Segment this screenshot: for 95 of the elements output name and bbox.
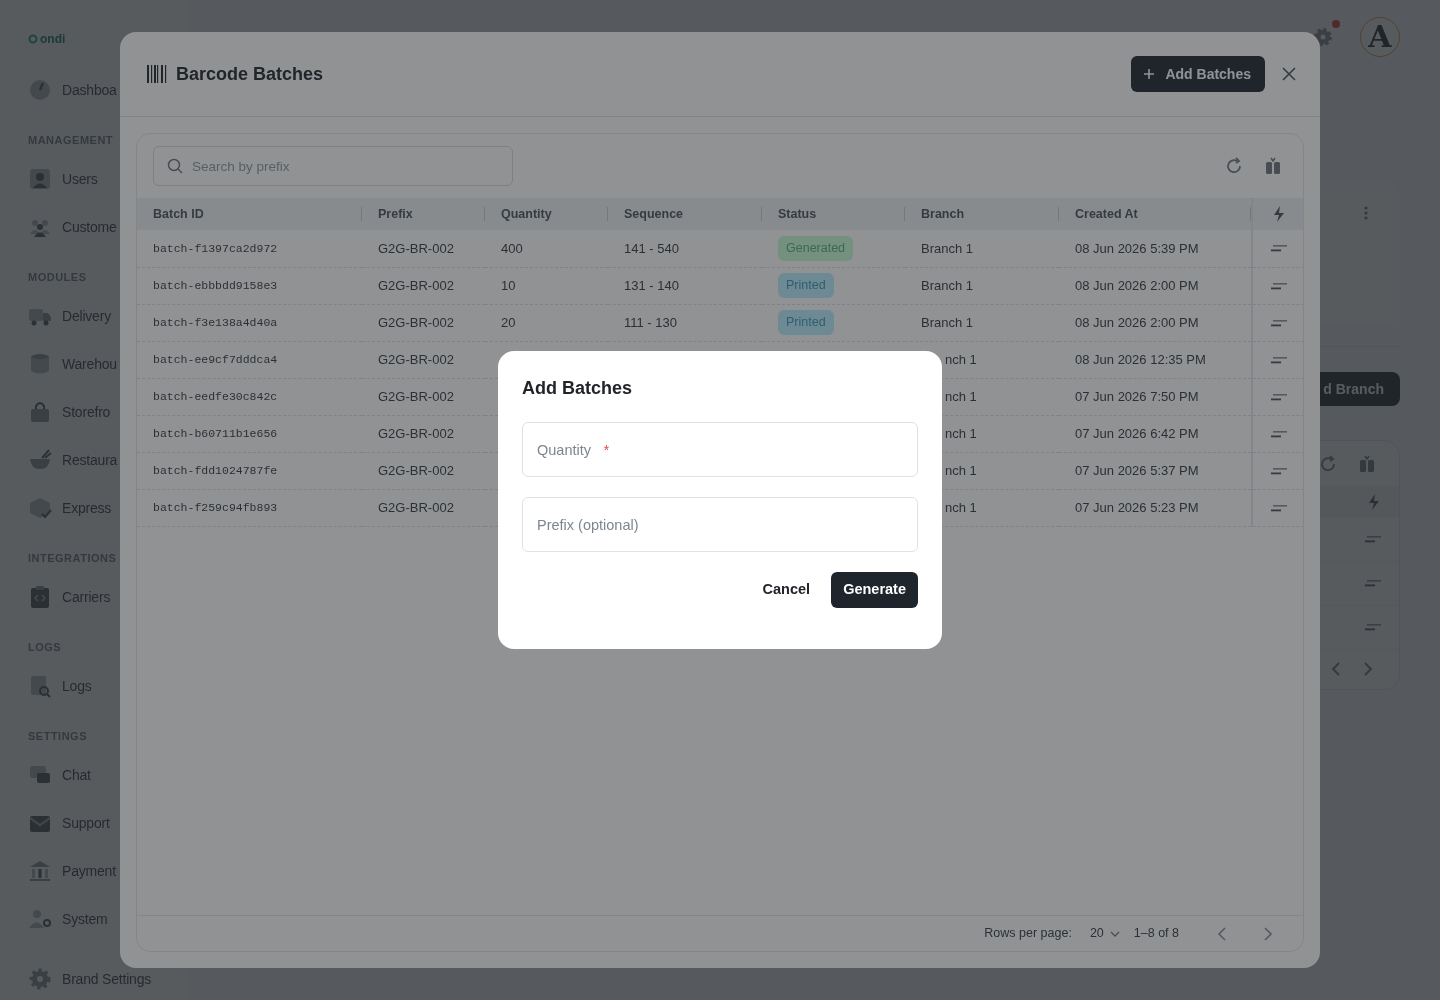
dialog-title: Add Batches — [522, 377, 634, 400]
input-field[interactable]: Prefix (optional) — [522, 497, 918, 552]
table-cell: 131 - 140 — [624, 277, 679, 293]
lines-icon[interactable] — [1270, 281, 1287, 290]
cylinder-icon — [28, 352, 52, 376]
chevron-right-icon[interactable] — [1263, 926, 1273, 941]
lines-icon[interactable] — [1365, 535, 1381, 543]
add-batches-button[interactable]: Add Batches — [1131, 56, 1265, 92]
column-header: Batch ID — [153, 206, 204, 221]
lines-icon[interactable] — [1270, 392, 1287, 401]
column-header: Quantity — [501, 206, 552, 221]
logo-icon — [28, 34, 38, 44]
search-field[interactable]: Search by prefix — [153, 146, 513, 186]
table-cell: batch-f3e138a4d40a — [153, 315, 278, 329]
table-cell: G2G-BR-002 — [378, 314, 454, 330]
lines-icon[interactable] — [1270, 355, 1287, 364]
column-header: Prefix — [378, 206, 413, 221]
page-range: 1–8 of 8 — [1133, 925, 1179, 943]
table-cell: 07 Jun 2026 5:23 PM — [1075, 499, 1199, 515]
table-cell: nch 1 — [945, 351, 977, 367]
clipboard-icon — [28, 585, 52, 609]
table-cell: batch-ee9cf7dddca4 — [153, 352, 278, 366]
status-tag: Printed — [778, 310, 834, 335]
lines-icon[interactable] — [1270, 244, 1287, 253]
search-icon — [167, 158, 183, 174]
rows-per-page-select[interactable]: 20 — [1089, 924, 1120, 943]
table-cell: 08 Jun 2026 2:00 PM — [1075, 277, 1199, 293]
avatar[interactable]: A — [1360, 17, 1400, 57]
table-cell: G2G-BR-002 — [378, 499, 454, 515]
lines-icon[interactable] — [1270, 429, 1287, 438]
table-cell: 10 — [501, 277, 516, 293]
logo-text: ondi — [40, 31, 66, 48]
barcode-icon — [146, 64, 168, 84]
box-icon — [28, 496, 52, 520]
column-header: Sequence — [624, 206, 684, 221]
table-cell: G2G-BR-002 — [378, 462, 454, 478]
table-cell: batch-eedfe30c842c — [153, 389, 278, 403]
table-cell: G2G-BR-002 — [378, 388, 454, 404]
table-cell: batch-b60711b1e656 — [153, 426, 278, 440]
close-icon[interactable] — [1282, 67, 1296, 81]
table-cell: G2G-BR-002 — [378, 351, 454, 367]
table-cell: G2G-BR-002 — [378, 277, 454, 293]
table-cell: 20 — [501, 314, 516, 330]
required-mark: * — [603, 441, 610, 460]
bag-icon — [28, 400, 52, 424]
document-search-icon — [28, 674, 52, 698]
bowl-icon — [28, 448, 52, 472]
table-cell: 400 — [501, 240, 523, 256]
table-cell: 08 Jun 2026 12:35 PM — [1075, 351, 1206, 367]
lines-icon[interactable] — [1270, 466, 1287, 475]
table-cell: nch 1 — [945, 499, 977, 515]
rows-per-page-label: Rows per page: — [984, 925, 1072, 943]
status-tag: Printed — [778, 273, 834, 298]
lines-icon[interactable] — [1365, 579, 1381, 588]
table-cell: 111 - 130 — [624, 314, 677, 330]
generate-button[interactable]: Generate — [831, 572, 918, 608]
column-header: Branch — [921, 206, 965, 221]
chevron-left-icon[interactable] — [1217, 926, 1227, 941]
person-gear-icon — [28, 907, 52, 931]
table-cell: nch 1 — [945, 425, 977, 441]
gauge-icon — [28, 78, 52, 102]
table-cell: 07 Jun 2026 5:37 PM — [1075, 462, 1199, 478]
modal-title: Barcode Batches — [176, 62, 324, 86]
lines-icon[interactable] — [1270, 318, 1287, 327]
table-cell: 07 Jun 2026 6:42 PM — [1075, 425, 1199, 441]
table-cell: 08 Jun 2026 2:00 PM — [1075, 314, 1199, 330]
table-cell: batch-fdd1024787fe — [153, 463, 278, 477]
plus-icon — [1143, 68, 1156, 80]
table-cell: batch-ebbbdd9158e3 — [153, 278, 278, 292]
table-cell: batch-f1397ca2d972 — [153, 241, 278, 255]
refresh-icon[interactable] — [1319, 454, 1337, 473]
bolt-icon — [1367, 492, 1381, 511]
gear-icon — [28, 967, 52, 991]
column-header: Created At — [1075, 206, 1138, 221]
table-cell: nch 1 — [945, 462, 977, 478]
columns-icon[interactable] — [1265, 157, 1281, 175]
bank-icon — [28, 859, 52, 883]
person-icon — [28, 167, 52, 191]
table-cell: nch 1 — [945, 388, 977, 404]
cancel-button[interactable]: Cancel — [753, 572, 820, 608]
table-cell: Branch 1 — [921, 240, 974, 256]
column-header: Status — [778, 206, 817, 221]
table-cell: Branch 1 — [921, 314, 974, 330]
table-cell: 141 - 540 — [624, 240, 679, 256]
bolt-icon — [1271, 205, 1286, 223]
table-cell: 08 Jun 2026 5:39 PM — [1075, 240, 1199, 256]
caret-icon — [1109, 930, 1120, 937]
lines-icon[interactable] — [1365, 623, 1381, 632]
lines-icon[interactable] — [1270, 503, 1287, 512]
table-cell: G2G-BR-002 — [378, 425, 454, 441]
table-cell: G2G-BR-002 — [378, 240, 454, 256]
table-cell: Branch 1 — [921, 277, 974, 293]
table-cell: 07 Jun 2026 7:50 PM — [1075, 388, 1199, 404]
table-cell: batch-f259c94fb893 — [153, 500, 278, 514]
refresh-icon[interactable] — [1225, 157, 1243, 175]
